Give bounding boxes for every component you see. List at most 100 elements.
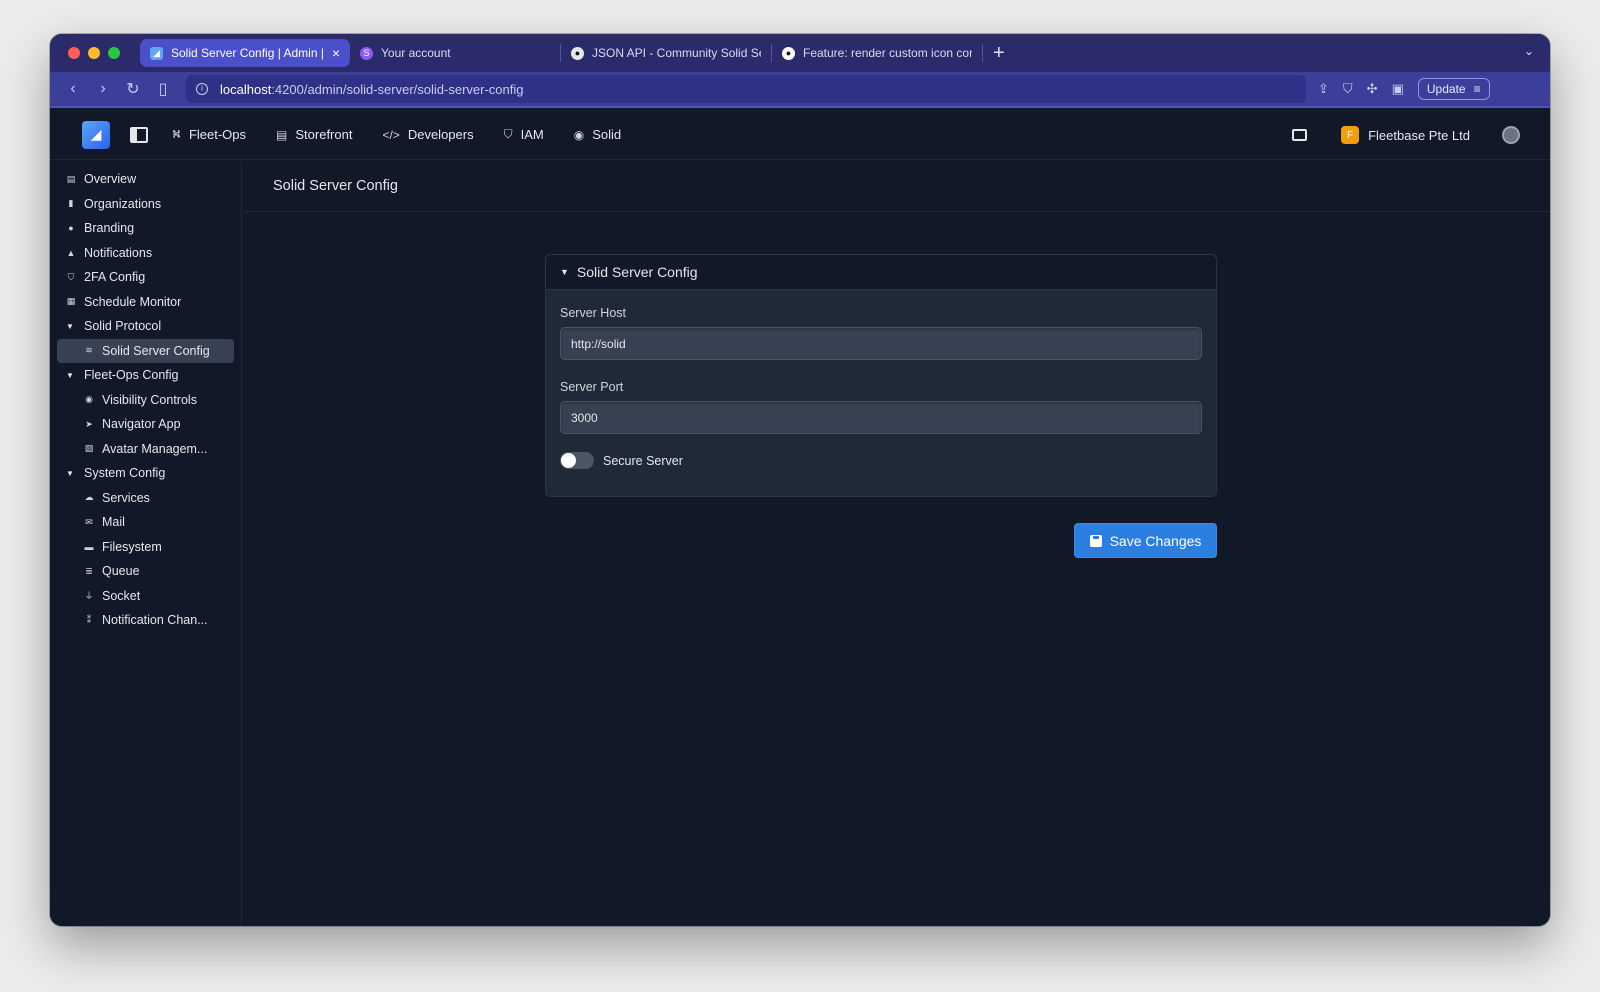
circle-dot-icon: ◉ [573, 127, 585, 142]
tab-title: Feature: render custom icon comp [803, 46, 972, 60]
sidebar-item-navigator-app[interactable]: ➤ Navigator App [50, 412, 241, 437]
sidebar-item-label: Socket [102, 588, 141, 603]
forward-arrow-icon[interactable]: › [88, 80, 118, 98]
envelope-icon: ✉ [85, 516, 93, 527]
browser-tab-solid-server-config[interactable]: ◢ Solid Server Config | Admin | F × [140, 39, 350, 67]
sidebar-item-label: 2FA Config [84, 270, 146, 285]
sidebar-item-label: Overview [84, 172, 137, 187]
sidebar-item-notification-channels[interactable]: ⁑ Notification Chan... [50, 608, 241, 633]
bookmark-icon[interactable]: ▯ [148, 79, 178, 99]
nav-solid[interactable]: ◉ Solid [574, 127, 621, 142]
sidebar-group-system-config[interactable]: ▼ System Config [50, 461, 241, 486]
nav-storefront[interactable]: ▤ Storefront [276, 127, 352, 142]
update-button[interactable]: Update ≡ [1417, 78, 1490, 100]
sidebar-item-filesystem[interactable]: ▬ Filesystem [50, 535, 241, 560]
sidebar-item-mail[interactable]: ✉ Mail [50, 510, 241, 535]
sidebar-group-solid-protocol[interactable]: ▼ Solid Protocol [50, 314, 241, 339]
sidebar-group-fleet-ops-config[interactable]: ▼ Fleet-Ops Config [50, 363, 241, 388]
tab-title: JSON API - Community Solid Serv [592, 46, 761, 60]
sidebar-item-services[interactable]: ☁ Services [50, 486, 241, 511]
nav-iam[interactable]: ⛉ IAM [504, 127, 544, 142]
panel-header[interactable]: ▼ Solid Server Config [546, 255, 1216, 290]
user-avatar[interactable] [1502, 126, 1520, 144]
nav-label: Fleet-Ops [188, 127, 247, 142]
header-right: F Fleetbase Pte Ltd [1292, 110, 1520, 160]
main-content: Solid Server Config ▼ Solid Server Confi… [243, 161, 1550, 926]
sidebar-panel-icon[interactable]: ▣ [1392, 81, 1404, 97]
chevron-down-icon[interactable]: ⌄ [1524, 44, 1534, 58]
close-window-button[interactable] [68, 47, 80, 59]
sidebar-item-avatar-management[interactable]: ▨ Avatar Managem... [50, 437, 241, 462]
nav-label: Developers [407, 127, 474, 142]
server-port-input[interactable] [560, 401, 1202, 434]
fleetbase-logo[interactable]: ◢ [82, 120, 110, 149]
sidebar-item-label: Notification Chan... [102, 613, 208, 628]
nav-fleet-ops[interactable]: ⛕ Fleet-Ops [172, 127, 246, 143]
reload-icon[interactable]: ↻ [118, 79, 148, 99]
github-icon: ● [782, 46, 795, 60]
server-port-label: Server Port [560, 380, 624, 394]
shield-icon: ⛉ [67, 271, 75, 282]
sidebar-item-schedule-monitor[interactable]: ▦ Schedule Monitor [50, 290, 241, 315]
browser-tab-json-api[interactable]: ● JSON API - Community Solid Serv [561, 39, 771, 67]
minimize-window-button[interactable] [88, 47, 100, 59]
sidebar-item-socket[interactable]: ⏚ Socket [50, 584, 241, 609]
fleetbase-icon: ◢ [150, 46, 163, 60]
sidebar-item-notifications[interactable]: ▲ Notifications [50, 241, 241, 266]
url-host: localhost [220, 81, 272, 97]
sidebar-item-branding[interactable]: ● Branding [50, 216, 241, 241]
url-input[interactable]: i localhost :4200/admin/solid-server/sol… [186, 75, 1306, 103]
save-changes-button[interactable]: Save Changes [1074, 523, 1217, 558]
browser-address-bar: ‹ › ↻ ▯ i localhost :4200/admin/solid-se… [50, 72, 1550, 108]
sidebar-item-2fa-config[interactable]: ⛉ 2FA Config [50, 265, 241, 290]
server-port-field: Server Port [560, 380, 1202, 434]
sidebar-group-label: System Config [84, 466, 166, 481]
nav-developers[interactable]: </> Developers [382, 127, 473, 142]
caret-down-icon: ▼ [66, 370, 74, 380]
organization-switcher[interactable]: F Fleetbase Pte Ltd [1341, 126, 1470, 144]
sidebar-toggle-icon[interactable] [130, 126, 148, 143]
shield-icon: ⛉ [503, 127, 513, 141]
browser-tab-github-feature[interactable]: ● Feature: render custom icon comp [772, 39, 982, 67]
cloud-icon: ☁ [84, 492, 94, 503]
site-info-icon[interactable]: i [196, 83, 208, 95]
brave-shield-icon[interactable]: ⛉ [1343, 81, 1353, 97]
nav-label: Solid [592, 127, 622, 142]
app-header: ◢ ⛕ Fleet-Ops ▤ Storefront </> Developer… [50, 110, 1550, 160]
nav-label: IAM [520, 127, 544, 142]
sidebar-item-solid-server-config[interactable]: ≋ Solid Server Config [57, 338, 234, 363]
maximize-window-button[interactable] [108, 47, 120, 59]
caret-down-icon: ▼ [66, 321, 74, 331]
panel-body: Server Host Server Port Secure Server [546, 290, 1216, 485]
server-host-field: Server Host [560, 306, 1202, 360]
inbox-icon[interactable] [1292, 129, 1308, 141]
plug-icon: ⏚ [84, 591, 94, 602]
location-arrow-icon: ➤ [85, 418, 93, 429]
caret-down-icon: ▼ [560, 267, 569, 277]
back-arrow-icon[interactable]: ‹ [58, 80, 88, 98]
sidebar-item-visibility-controls[interactable]: ◉ Visibility Controls [50, 388, 241, 413]
close-tab-icon[interactable]: × [332, 45, 340, 61]
extensions-icon[interactable]: ✣ [1367, 81, 1378, 97]
sidebar-group-label: Solid Protocol [84, 319, 162, 334]
browser-toolbar-right: ⇪ ⛉ ✣ ▣ Update ≡ [1318, 78, 1490, 100]
sidebar-item-overview[interactable]: ▤ Overview [50, 167, 241, 192]
secure-server-row: Secure Server [560, 452, 1202, 469]
top-navigation: ⛕ Fleet-Ops ▤ Storefront </> Developers … [172, 127, 621, 143]
sidebar-item-organizations[interactable]: ▮ Organizations [50, 192, 241, 217]
browser-tab-your-account[interactable]: S Your account [350, 39, 560, 67]
secure-server-toggle[interactable] [560, 452, 594, 469]
share-icon[interactable]: ⇪ [1318, 81, 1329, 97]
server-host-input[interactable] [560, 327, 1202, 360]
new-tab-button[interactable]: + [993, 42, 1005, 65]
sidebar-item-label: Branding [84, 221, 135, 236]
sidebar-item-label: Schedule Monitor [84, 294, 182, 309]
sidebar-group-label: Fleet-Ops Config [84, 368, 179, 383]
sidebar-item-label: Organizations [84, 196, 162, 211]
sidebar-item-queue[interactable]: ≣ Queue [50, 559, 241, 584]
page-title: Solid Server Config [273, 178, 398, 194]
window-controls [68, 47, 120, 59]
panel-title: Solid Server Config [576, 264, 698, 280]
sidebar-item-label: Navigator App [102, 417, 181, 432]
sidebar-item-label: Filesystem [102, 539, 162, 554]
